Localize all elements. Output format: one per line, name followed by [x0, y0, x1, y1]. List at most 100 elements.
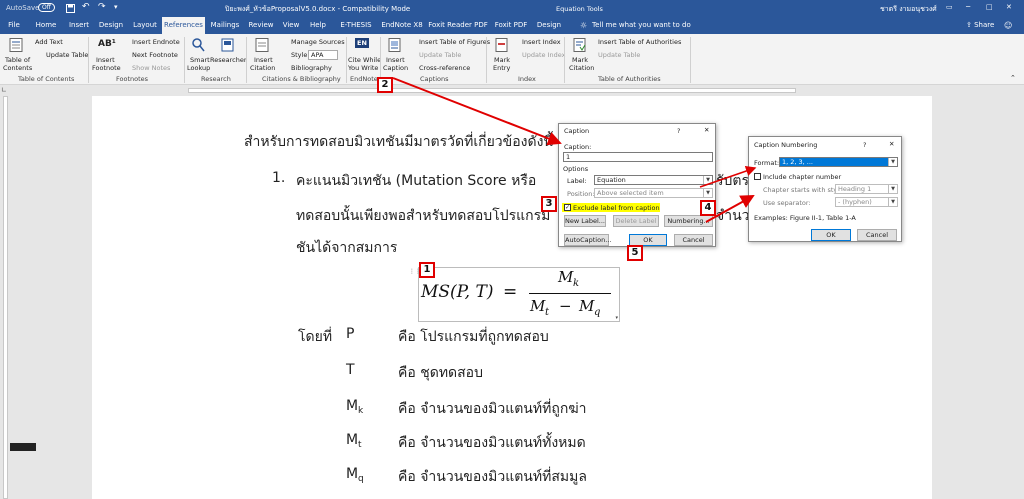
equation-object[interactable]: MS(P, T) = M k M t − M q ▾ — [418, 267, 620, 322]
update-table-button[interactable]: Update Table — [46, 51, 88, 59]
add-text-button[interactable]: Add Text — [35, 38, 63, 46]
close-icon[interactable]: ✕ — [1006, 3, 1012, 11]
tab-foxit-pdf[interactable]: Foxit PDF — [492, 17, 530, 34]
bibliography-button[interactable]: Bibliography — [291, 64, 332, 72]
tab-file[interactable]: File — [2, 17, 26, 34]
close-icon[interactable]: ✕ — [889, 140, 894, 148]
endnote-icon[interactable]: EN — [355, 38, 369, 48]
tab-layout[interactable]: Layout — [130, 17, 160, 34]
toc-button-line2[interactable]: Contents — [3, 64, 32, 72]
researcher-button[interactable]: Researcher — [210, 56, 247, 64]
mark-entry-line1[interactable]: Mark — [494, 56, 510, 64]
format-select[interactable]: 1, 2, 3, ... ▼ — [779, 157, 898, 167]
insert-citation-icon[interactable] — [255, 38, 269, 52]
tab-review[interactable]: Review — [246, 17, 276, 34]
mark-entry-line2[interactable]: Entry — [493, 64, 510, 72]
vertical-ruler[interactable] — [0, 96, 11, 499]
undo-icon[interactable]: ↶ — [82, 2, 90, 12]
delete-label-button[interactable]: Delete Label — [613, 215, 659, 227]
tab-design[interactable]: Design — [97, 17, 125, 34]
equation-options-icon[interactable]: ▾ — [615, 315, 618, 321]
insert-caption-icon[interactable] — [388, 38, 401, 52]
update-authorities-button[interactable]: Update Table — [598, 51, 640, 59]
comments-icon[interactable]: ☺ — [1004, 17, 1012, 34]
insert-citation-line2[interactable]: Citation — [250, 64, 275, 72]
insert-endnote-button[interactable]: Insert Endnote — [132, 38, 180, 46]
help-icon[interactable]: ? — [863, 141, 866, 149]
help-icon[interactable]: ? — [677, 127, 680, 135]
cite-while-you-write-line2[interactable]: You Write — [348, 64, 378, 72]
smart-lookup-line2[interactable]: Lookup — [187, 64, 210, 72]
autocaption-button[interactable]: AutoCaption... — [564, 234, 611, 246]
insert-footnote-icon[interactable]: AB¹ — [98, 39, 116, 49]
tab-equation-design[interactable]: Design — [534, 17, 564, 34]
separator-select[interactable]: - (hyphen) ▼ — [835, 197, 898, 207]
next-footnote-button[interactable]: Next Footnote — [132, 51, 178, 59]
toc-button-line1[interactable]: Table of — [5, 56, 30, 64]
tab-mailings[interactable]: Mailings — [208, 17, 242, 34]
tab-endnote[interactable]: EndNote X8 — [380, 17, 424, 34]
maximize-icon[interactable]: □ — [986, 3, 993, 11]
ribbon-display-icon[interactable]: ▭ — [946, 3, 953, 11]
chapter-style-value: Heading 1 — [838, 185, 872, 193]
smart-lookup-icon[interactable] — [192, 38, 205, 52]
cancel-button[interactable]: Cancel — [674, 234, 713, 246]
smart-lookup-line1[interactable]: Smart — [190, 56, 210, 64]
share-button[interactable]: ⇪ Share — [966, 17, 994, 34]
group-divider — [346, 37, 347, 83]
manage-sources-button[interactable]: Manage Sources — [291, 38, 345, 46]
researcher-icon[interactable] — [221, 38, 234, 52]
autosave-toggle[interactable]: Off — [38, 3, 55, 12]
tab-insert[interactable]: Insert — [64, 17, 94, 34]
insert-caption-line2[interactable]: Caption — [383, 64, 408, 72]
cancel-button[interactable]: Cancel — [857, 229, 897, 241]
horizontal-ruler[interactable] — [0, 85, 1024, 96]
ruler-tab-selector-icon[interactable]: ∟ — [1, 86, 7, 94]
insert-caption-line1[interactable]: Insert — [386, 56, 405, 64]
redo-icon[interactable]: ↷ — [98, 2, 106, 12]
insert-citation-line1[interactable]: Insert — [254, 56, 273, 64]
mark-citation-icon[interactable] — [573, 38, 586, 52]
tab-e-thesis[interactable]: E-THESIS — [336, 17, 376, 34]
variable-subscript: q — [358, 474, 364, 484]
insert-footnote-line1[interactable]: Insert — [96, 56, 115, 64]
user-name[interactable]: ชาตรี งามอนุชวงศ์ — [880, 4, 937, 15]
tab-view[interactable]: View — [280, 17, 302, 34]
update-index-button[interactable]: Update Index — [522, 51, 566, 59]
position-select[interactable]: Above selected item ▼ — [594, 188, 713, 198]
layout-anchor-icon[interactable] — [10, 443, 36, 451]
insert-table-of-figures-button[interactable]: Insert Table of Figures — [419, 38, 490, 46]
update-figures-button[interactable]: Update Table — [419, 51, 461, 59]
mark-citation-line1[interactable]: Mark — [572, 56, 588, 64]
save-icon[interactable] — [66, 4, 75, 13]
caption-input[interactable]: 1 — [563, 152, 713, 162]
include-chapter-checkbox[interactable] — [754, 173, 761, 180]
exclude-label-checkbox[interactable]: ✓ — [564, 204, 571, 211]
tab-help[interactable]: Help — [306, 17, 330, 34]
insert-table-of-authorities-button[interactable]: Insert Table of Authorities — [598, 38, 681, 46]
tell-me-search[interactable]: Tell me what you want to do — [592, 17, 691, 34]
minimize-icon[interactable]: ─ — [966, 3, 970, 11]
tab-foxit-reader[interactable]: Foxit Reader PDF — [428, 17, 488, 34]
numbering-button[interactable]: Numbering... — [664, 215, 713, 227]
quick-access-icon[interactable]: ▾ — [114, 3, 118, 11]
table-of-contents-icon[interactable] — [9, 38, 23, 52]
cite-while-you-write-line1[interactable]: Cite While — [348, 56, 381, 64]
equation-numerator-sub: k — [573, 278, 580, 289]
options-heading: Options — [563, 165, 589, 173]
tab-references[interactable]: References — [162, 17, 205, 34]
mark-citation-line2[interactable]: Citation — [569, 64, 594, 72]
style-select[interactable]: APA — [308, 50, 339, 60]
ok-button[interactable]: OK — [811, 229, 851, 241]
cross-reference-button[interactable]: Cross-reference — [419, 64, 470, 72]
collapse-ribbon-icon[interactable]: ⌃ — [1010, 74, 1016, 82]
show-notes-button[interactable]: Show Notes — [132, 64, 170, 72]
tab-home[interactable]: Home — [32, 17, 60, 34]
mark-entry-icon[interactable] — [495, 38, 508, 52]
label-select[interactable]: Equation ▼ — [594, 175, 713, 185]
insert-footnote-line2[interactable]: Footnote — [92, 64, 121, 72]
insert-index-button[interactable]: Insert Index — [522, 38, 561, 46]
chapter-style-select[interactable]: Heading 1 ▼ — [835, 184, 898, 194]
close-icon[interactable]: ✕ — [704, 126, 709, 134]
new-label-button[interactable]: New Label... — [564, 215, 606, 227]
